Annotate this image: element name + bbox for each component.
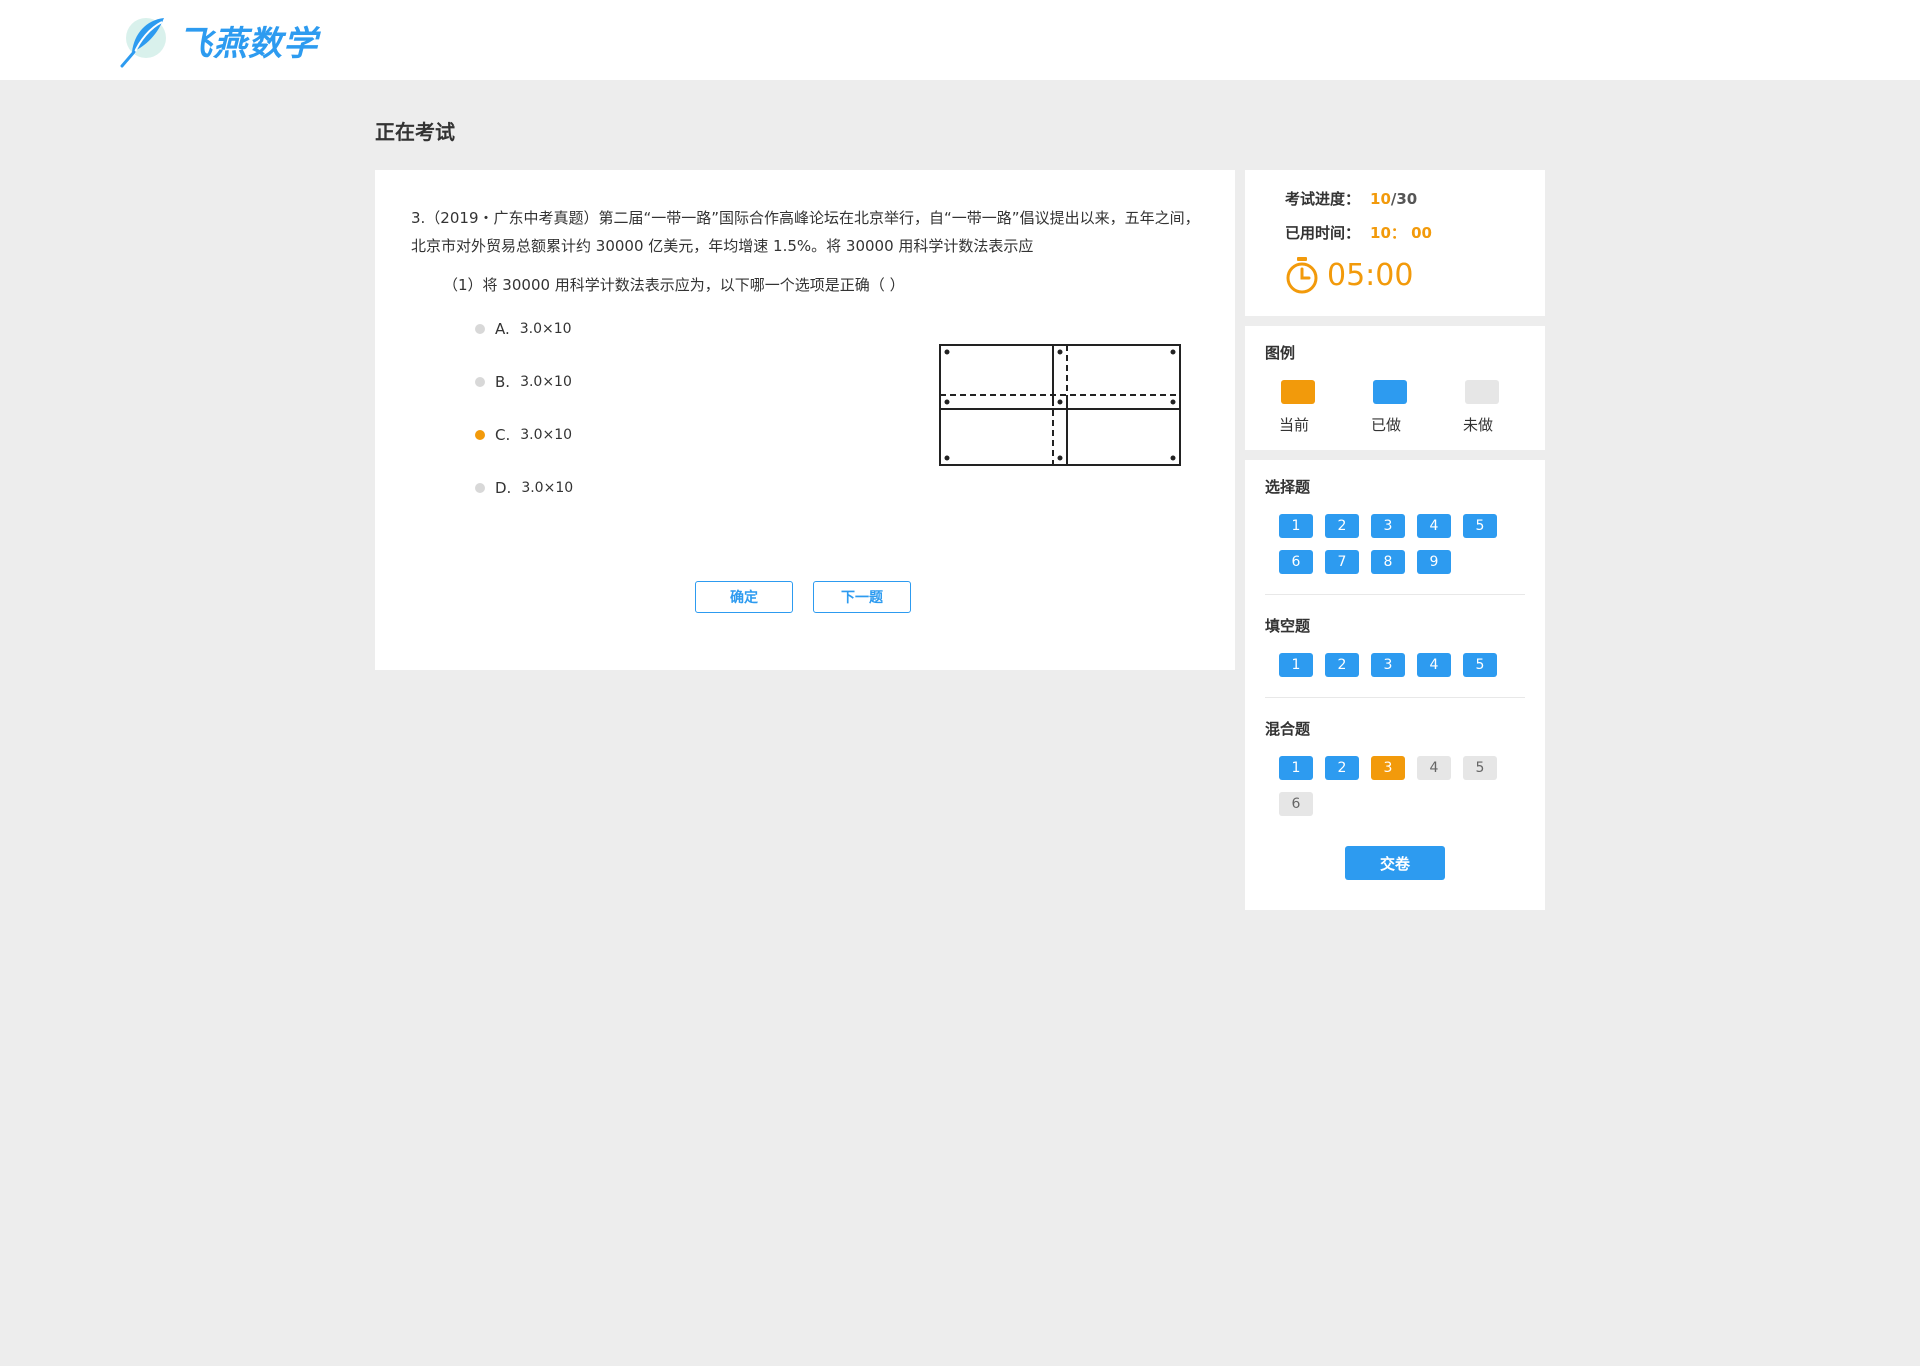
legend-item-todo: 未做 — [1463, 380, 1555, 435]
fill-grid: 12345 — [1279, 653, 1519, 689]
legend-swatch-done — [1373, 380, 1407, 404]
progress-value: 10/30 — [1370, 190, 1417, 208]
progress-panel: 考试进度： 10/30 已用时间： 10： 00 05:00 — [1245, 170, 1545, 316]
question-number-button[interactable]: 2 — [1325, 653, 1359, 677]
exam-progress: 考试进度： 10/30 — [1285, 188, 1417, 209]
countdown-text: 05:00 — [1327, 257, 1414, 293]
time-used-value: 10： 00 — [1370, 224, 1432, 242]
question-number-button[interactable]: 7 — [1325, 550, 1359, 574]
action-buttons: 确定 下一题 — [695, 581, 911, 613]
legend-label: 当前 — [1279, 416, 1310, 434]
question-number-button[interactable]: 3 — [1371, 514, 1405, 538]
question-number-button[interactable]: 5 — [1463, 653, 1497, 677]
progress-label: 考试进度： — [1285, 190, 1361, 208]
submit-exam-button[interactable]: 交卷 — [1345, 846, 1445, 880]
question-nav-panel: 选择题 123456789 填空题 12345 混合题 123456 交卷 — [1245, 460, 1545, 910]
question-number-button[interactable]: 2 — [1325, 514, 1359, 538]
choice-grid: 12345 6789 — [1279, 514, 1519, 586]
question-number-button[interactable]: 4 — [1417, 653, 1451, 677]
logo-text: 飞燕数学 — [178, 23, 318, 64]
legend-swatch-todo — [1465, 380, 1499, 404]
question-number-button[interactable]: 2 — [1325, 756, 1359, 780]
question-subquestion: （1）将 30000 用科学计数法表示应为，以下哪一个选项是正确（ ） — [443, 276, 905, 294]
option-a[interactable]: A. 3.0×10 — [475, 316, 573, 342]
legend-label: 未做 — [1463, 416, 1494, 434]
section-title-mixed: 混合题 — [1265, 720, 1311, 738]
question-number-button[interactable]: 4 — [1417, 514, 1451, 538]
option-text: 3.0×10 — [520, 427, 573, 443]
question-number-button[interactable]: 5 — [1463, 514, 1497, 538]
question-number-button[interactable]: 5 — [1463, 756, 1497, 780]
legend-item-current: 当前 — [1279, 380, 1371, 435]
stopwatch-icon — [1286, 257, 1318, 294]
mixed-grid: 12345 6 — [1279, 756, 1519, 828]
time-used-label: 已用时间： — [1285, 224, 1361, 242]
option-text: 3.0×10 — [520, 374, 572, 390]
question-number-button[interactable]: 6 — [1279, 550, 1313, 574]
time-used: 已用时间： 10： 00 — [1285, 222, 1432, 243]
feather-logo-icon — [120, 18, 166, 68]
question-number-button[interactable]: 3 — [1371, 653, 1405, 677]
progress-total: /30 — [1390, 189, 1418, 208]
option-text: 3.0×10 — [521, 480, 574, 496]
option-list: A. 3.0×10 B. 3.0×10 C. 3.0×10 D. 3.0×10 — [475, 316, 573, 528]
next-question-button[interactable]: 下一题 — [813, 581, 911, 613]
question-number-button[interactable]: 1 — [1279, 514, 1313, 538]
legend-items: 当前 已做 未做 — [1279, 380, 1555, 435]
option-c[interactable]: C. 3.0×10 — [475, 422, 573, 448]
question-stem: 3.（2019・广东中考真题）第二届“一带一路”国际合作高峰论坛在北京举行，自“… — [411, 209, 1200, 255]
section-divider — [1265, 697, 1525, 698]
section-divider — [1265, 594, 1525, 595]
progress-current: 10 — [1370, 189, 1391, 208]
legend-swatch-current — [1281, 380, 1315, 404]
question-number-button[interactable]: 4 — [1417, 756, 1451, 780]
option-letter: B. — [495, 373, 511, 391]
option-d[interactable]: D. 3.0×10 — [475, 475, 573, 501]
option-text: 3.0×10 — [519, 321, 572, 337]
legend-label: 已做 — [1371, 416, 1402, 434]
question-number-button[interactable]: 6 — [1279, 792, 1313, 816]
question-number-button[interactable]: 3 — [1371, 756, 1405, 780]
radio-dot-icon[interactable] — [475, 377, 485, 387]
question-figure — [939, 344, 1181, 466]
radio-dot-icon[interactable] — [475, 324, 485, 334]
legend-title: 图例 — [1265, 344, 1296, 362]
radio-dot-icon[interactable] — [475, 483, 485, 493]
section-title-choice: 选择题 — [1265, 478, 1311, 496]
legend-panel: 图例 当前 已做 未做 — [1245, 326, 1545, 450]
question-number-button[interactable]: 8 — [1371, 550, 1405, 574]
legend-item-done: 已做 — [1371, 380, 1463, 435]
top-bar: 飞燕数学 — [0, 0, 1920, 80]
option-letter: C. — [495, 426, 511, 444]
radio-dot-icon[interactable] — [475, 430, 485, 440]
section-title-fill: 填空题 — [1265, 617, 1311, 635]
confirm-button[interactable]: 确定 — [695, 581, 793, 613]
page-title: 正在考试 — [375, 120, 455, 144]
option-letter: D. — [495, 479, 512, 497]
option-letter: A. — [495, 320, 510, 338]
countdown-timer: 05:00 — [1285, 256, 1413, 294]
logo[interactable]: 飞燕数学 — [116, 12, 318, 68]
question-number-button[interactable]: 1 — [1279, 756, 1313, 780]
option-b[interactable]: B. 3.0×10 — [475, 369, 573, 395]
question-number-button[interactable]: 1 — [1279, 653, 1313, 677]
question-card: 3.（2019・广东中考真题）第二届“一带一路”国际合作高峰论坛在北京举行，自“… — [375, 170, 1235, 670]
question-number-button[interactable]: 9 — [1417, 550, 1451, 574]
